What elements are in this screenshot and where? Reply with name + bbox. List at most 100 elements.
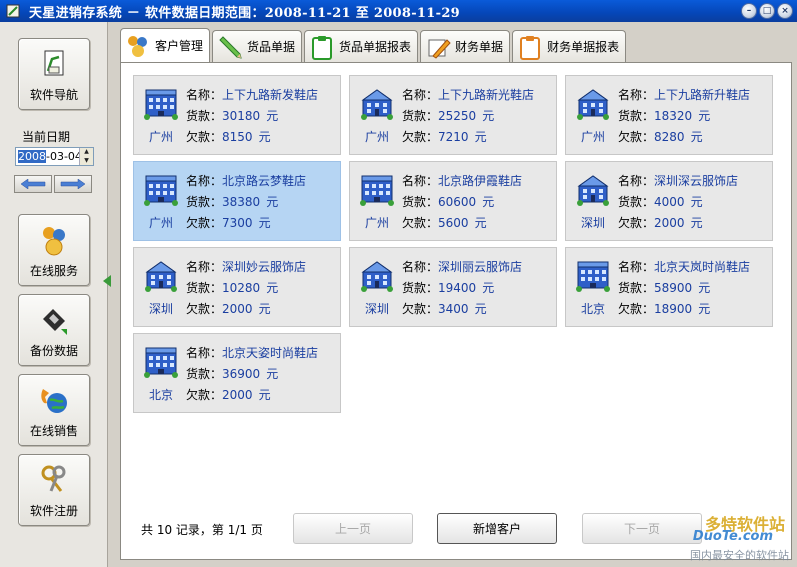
spin-down-icon[interactable]: ▼ <box>80 157 93 166</box>
customer-name: 上下九路新升鞋店 <box>654 88 751 102</box>
customer-city: 北京 <box>148 388 173 402</box>
customer-panel: 名称：上下九路新发鞋店 货款：30180 元 广州 欠款：8150 元 名称：上下九… <box>120 62 792 560</box>
tab-goods-documents[interactable]: 货品单据 <box>212 30 303 62</box>
customer-name: 北京天姿时尚鞋店 <box>222 346 319 360</box>
online-service-button[interactable]: 在线服务 <box>18 214 90 286</box>
watermark: 多特软件站 DuoTe.com 国内最安全的软件站 <box>663 505 793 565</box>
name-key: 名称： <box>402 174 439 188</box>
backup-data-button[interactable]: 备份数据 <box>18 294 90 366</box>
currency-unit: 元 <box>482 281 495 295</box>
currency-unit: 元 <box>258 216 271 230</box>
goods-amount: 19400 <box>438 281 477 295</box>
customer-city: 深圳 <box>580 216 605 230</box>
sidebar: 软件导航 当前日期 2008-03-04 ▲ ▼ 在线服务 备份数据 在线销售 … <box>0 22 108 567</box>
name-key: 名称： <box>618 174 655 188</box>
goods-amount: 10280 <box>222 281 261 295</box>
clipboard-icon <box>312 35 333 60</box>
customer-city: 广州 <box>364 130 389 144</box>
currency-unit: 元 <box>698 109 711 123</box>
goods-key: 货款： <box>186 195 223 209</box>
customer-card-9[interactable]: 名称：北京天岚时尚鞋店 货款：58900 元 北京 欠款：18900 元 <box>565 247 773 327</box>
name-key: 名称： <box>186 346 223 360</box>
goods-key: 货款： <box>618 195 655 209</box>
customer-name: 北京路云梦鞋店 <box>222 174 307 188</box>
tab-label: 财务单据报表 <box>547 40 620 54</box>
spin-up-icon[interactable]: ▲ <box>80 148 93 157</box>
name-key: 名称： <box>618 88 655 102</box>
currency-unit: 元 <box>266 367 279 381</box>
currency-unit: 元 <box>690 130 703 144</box>
date-year-selected: 2008 <box>18 150 46 163</box>
prev-date-button[interactable] <box>14 175 52 193</box>
building-icon <box>144 175 178 206</box>
building-icon <box>361 89 393 120</box>
debt-key: 欠款： <box>618 130 655 144</box>
goods-amount: 36900 <box>222 367 261 381</box>
debt-amount: 7210 <box>438 130 469 144</box>
name-key: 名称： <box>402 260 439 274</box>
building-icon <box>361 261 393 292</box>
goods-amount: 18320 <box>654 109 693 123</box>
customer-city: 深圳 <box>148 302 173 316</box>
minimize-button[interactable]: – <box>741 3 757 19</box>
online-sales-label: 在线销售 <box>29 424 78 438</box>
debt-amount: 18900 <box>654 302 693 316</box>
name-key: 名称： <box>186 174 223 188</box>
debt-amount: 8150 <box>222 130 253 144</box>
customer-card-7[interactable]: 名称：深圳妙云服饰店 货款：10280 元 深圳 欠款：2000 元 <box>133 247 341 327</box>
customer-card-2[interactable]: 名称：上下九路新光鞋店 货款：25250 元 广州 欠款：7210 元 <box>349 75 557 155</box>
building-icon <box>360 175 394 206</box>
customer-name: 上下九路新发鞋店 <box>222 88 319 102</box>
customer-card-5[interactable]: 名称：北京路伊霞鞋店 货款：60600 元 广州 欠款：5600 元 <box>349 161 557 241</box>
floppy-disk-icon <box>43 309 67 335</box>
collapse-sidebar-icon[interactable] <box>103 275 111 287</box>
customer-name: 深圳深云服饰店 <box>654 174 739 188</box>
tab-goods-report[interactable]: 货品单据报表 <box>304 30 419 62</box>
date-spinner[interactable]: ▲ ▼ <box>79 148 93 165</box>
tab-customer-management[interactable]: 客户管理 <box>120 28 211 62</box>
close-button[interactable]: × <box>777 3 793 19</box>
goods-amount: 38380 <box>222 195 261 209</box>
register-software-button[interactable]: 软件注册 <box>18 454 90 526</box>
debt-key: 欠款： <box>618 302 655 316</box>
currency-unit: 元 <box>258 302 271 316</box>
customer-card-8[interactable]: 名称：深圳丽云服饰店 货款：19400 元 深圳 欠款：3400 元 <box>349 247 557 327</box>
add-customer-button[interactable]: 新增客户 <box>437 513 557 544</box>
customer-card-10[interactable]: 名称：北京天姿时尚鞋店 货款：36900 元 北京 欠款：2000 元 <box>133 333 341 413</box>
customer-card-4[interactable]: 名称：北京路云梦鞋店 货款：38380 元 广州 欠款：7300 元 <box>133 161 341 241</box>
next-date-button[interactable] <box>54 175 92 193</box>
tab-finance-documents[interactable]: 财务单据 <box>420 30 511 62</box>
tab-bar: 客户管理 货品单据 货品单据报表 财务单据 财务单据报表 <box>120 28 628 62</box>
goods-amount: 4000 <box>654 195 685 209</box>
arrow-right-icon <box>60 179 86 189</box>
goods-amount: 30180 <box>222 109 261 123</box>
debt-key: 欠款： <box>186 216 223 230</box>
debt-amount: 7300 <box>222 216 253 230</box>
maximize-button[interactable]: □ <box>759 3 775 19</box>
customer-city: 广州 <box>364 216 389 230</box>
goods-key: 货款： <box>618 281 655 295</box>
watermark-domain: DuoTe.com <box>692 529 773 544</box>
date-picker[interactable]: 2008-03-04 ▲ ▼ <box>15 147 94 166</box>
currency-unit: 元 <box>266 195 279 209</box>
goods-amount: 25250 <box>438 109 477 123</box>
debt-key: 欠款： <box>402 130 439 144</box>
building-icon <box>577 175 609 206</box>
customer-card-3[interactable]: 名称：上下九路新升鞋店 货款：18320 元 广州 欠款：8280 元 <box>565 75 773 155</box>
tab-finance-report[interactable]: 财务单据报表 <box>512 30 627 62</box>
software-nav-button[interactable]: 软件导航 <box>18 38 90 110</box>
currency-unit: 元 <box>698 302 711 316</box>
current-date-label: 当前日期 <box>22 130 71 144</box>
title-bar: 天星进销存系统 － 软件数据日期范围：2008-11-21 至 2008-11-… <box>0 0 797 22</box>
building-icon <box>144 347 178 378</box>
online-sales-button[interactable]: 在线销售 <box>18 374 90 446</box>
prev-page-button[interactable]: 上一页 <box>293 513 413 544</box>
goods-amount: 60600 <box>438 195 477 209</box>
customer-city: 广州 <box>580 130 605 144</box>
debt-amount: 2000 <box>222 388 253 402</box>
customer-card-1[interactable]: 名称：上下九路新发鞋店 货款：30180 元 广州 欠款：8150 元 <box>133 75 341 155</box>
customer-card-6[interactable]: 名称：深圳深云服饰店 货款：4000 元 深圳 欠款：2000 元 <box>565 161 773 241</box>
goods-key: 货款： <box>186 281 223 295</box>
customer-name: 深圳丽云服饰店 <box>438 260 523 274</box>
date-arrows <box>14 175 92 193</box>
